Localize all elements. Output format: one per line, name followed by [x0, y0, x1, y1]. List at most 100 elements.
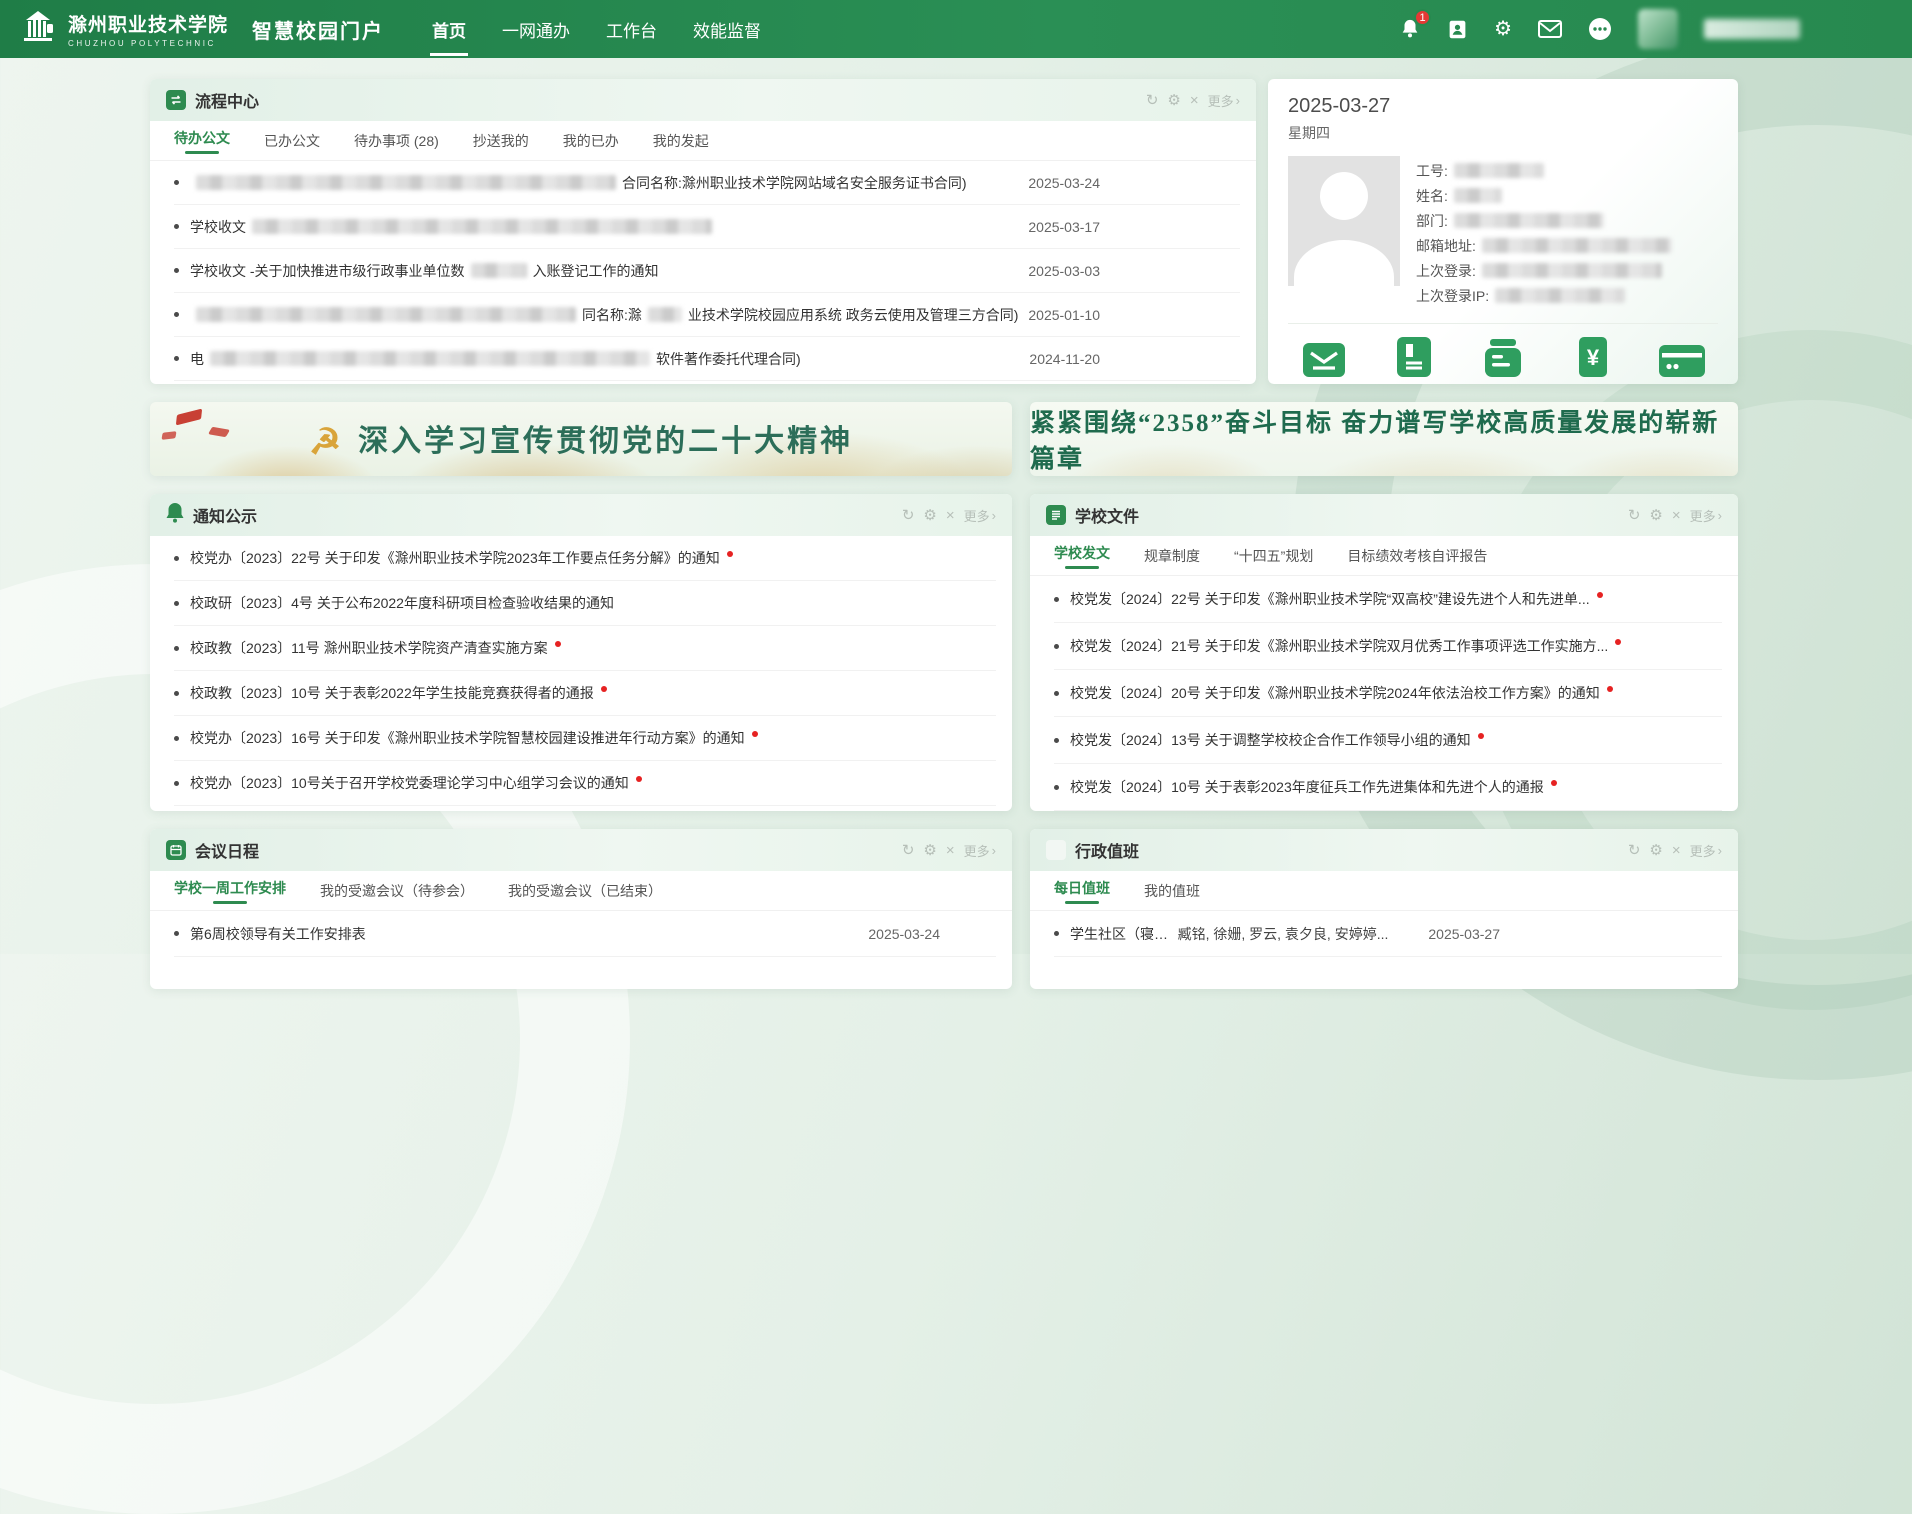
- list-item[interactable]: 校政教〔2023〕10号 关于表彰2022年学生技能竞赛获得者的通报: [174, 671, 996, 716]
- tab-14th-plan[interactable]: “十四五”规划: [1234, 546, 1313, 566]
- field-employee-id: 工号:: [1416, 158, 1678, 183]
- tab-school-issued[interactable]: 学校发文: [1054, 543, 1110, 569]
- tab-regulations[interactable]: 规章制度: [1144, 546, 1200, 566]
- more-link[interactable]: 更多›: [964, 841, 996, 860]
- gear-icon[interactable]: ⚙: [1649, 843, 1662, 858]
- main-nav: 首页 一网通办 工作台 效能监督: [430, 13, 763, 46]
- shortcut-library[interactable]: 图书借阅: [1382, 337, 1446, 384]
- more-link[interactable]: 更多›: [1690, 506, 1722, 525]
- tab-cc-me[interactable]: 抄送我的: [473, 131, 529, 151]
- gear-icon[interactable]: ⚙: [923, 843, 936, 858]
- tab-invited-finished[interactable]: 我的受邀会议（已结束）: [508, 881, 662, 901]
- more-link[interactable]: 更多›: [964, 506, 996, 525]
- profile-fields: 工号: 姓名: 部门: 邮箱地址: 上次登录: 上次登录IP:: [1416, 156, 1678, 308]
- user-avatar[interactable]: [1638, 9, 1678, 49]
- tab-my-started[interactable]: 我的发起: [653, 131, 709, 151]
- bullet-dot: [174, 736, 179, 741]
- nav-item-workbench[interactable]: 工作台: [604, 13, 659, 46]
- goal-2358-banner[interactable]: 紧紧围绕“2358”奋斗目标 奋力谱写学校高质量发展的崭新篇章: [1030, 402, 1738, 476]
- list-item[interactable]: 校党发〔2024〕20号 关于印发《滁州职业技术学院2024年依法治校工作方案》…: [1054, 670, 1722, 717]
- notification-bell-icon[interactable]: 1: [1399, 18, 1421, 40]
- header-icons: 1 ⚙: [1399, 9, 1912, 49]
- more-link[interactable]: 更多›: [1208, 91, 1240, 110]
- list-item[interactable]: 校党发〔2024〕22号 关于印发《滁州职业技术学院“双高校”建设先进个人和先进…: [1054, 576, 1722, 623]
- refresh-icon[interactable]: ↻: [1628, 508, 1641, 523]
- card-title: 通知公示: [193, 503, 257, 527]
- close-icon[interactable]: ×: [1190, 93, 1199, 108]
- gear-icon[interactable]: ⚙: [1167, 93, 1180, 108]
- tab-performance-report[interactable]: 目标绩效考核自评报告: [1347, 546, 1487, 566]
- list-item[interactable]: 校政研〔2023〕4号 关于公布2022年度科研项目检查验收结果的通知: [174, 581, 996, 626]
- duty-card: 行政值班 ↻ ⚙ × 更多› 每日值班 我的值班 学生社区（寝室）值班 臧铭, …: [1030, 829, 1738, 989]
- list-item[interactable]: 学校收文 -关于加快推进市级行政事业单位数 入账登记工作的通知 2025-03-…: [174, 249, 1240, 293]
- unread-dot: [1607, 686, 1613, 692]
- banner-row: ☭深入学习宣传贯彻党的二十大精神 紧紧围绕“2358”奋斗目标 奋力谱写学校高质…: [150, 402, 1740, 476]
- school-name: 滁州职业技术学院: [68, 10, 228, 37]
- nav-item-efficiency[interactable]: 效能监督: [691, 13, 763, 46]
- field-label: 上次登录:: [1416, 261, 1476, 281]
- bullet-dot: [174, 646, 179, 651]
- salary-icon: ¥: [1577, 337, 1609, 377]
- close-icon[interactable]: ×: [946, 508, 955, 523]
- school-name-en: CHUZHOU POLYTECHNIC: [68, 39, 228, 48]
- list-item[interactable]: 电 软件著作委托代理合同) 2024-11-20: [174, 337, 1240, 381]
- quick-shortcuts: 我的邮件 图书借阅 我的课程 ¥ 我的工资 一卡通: [1288, 323, 1718, 384]
- gear-icon[interactable]: ⚙: [923, 508, 936, 523]
- duty-icon: [1046, 840, 1066, 860]
- tab-todo-docs[interactable]: 待办公文: [174, 128, 230, 154]
- item-text: 校政教〔2023〕11号 滁州职业技术学院资产清查实施方案: [190, 638, 548, 658]
- list-item[interactable]: 学校收文 2025-03-17: [174, 205, 1240, 249]
- tab-done-docs[interactable]: 已办公文: [264, 131, 320, 151]
- mail-icon[interactable]: [1538, 20, 1562, 38]
- tab-daily-duty[interactable]: 每日值班: [1054, 878, 1110, 904]
- list-item[interactable]: 学生社区（寝室）值班 臧铭, 徐姗, 罗云, 袁夕良, 安婷婷... 2025-…: [1054, 911, 1722, 957]
- shortcut-my-mail[interactable]: 我的邮件: [1292, 337, 1356, 384]
- red-flag-decoration: [208, 427, 230, 437]
- tab-my-duty[interactable]: 我的值班: [1144, 881, 1200, 901]
- tab-todo-items[interactable]: 待办事项 (28): [354, 131, 439, 151]
- process-center-icon: [166, 90, 186, 110]
- item-text: 电: [190, 349, 204, 369]
- list-item[interactable]: 第6周校领导有关工作安排表 2025-03-24: [174, 911, 996, 957]
- nav-item-one-stop[interactable]: 一网通办: [500, 13, 572, 46]
- list-item[interactable]: 同名称:滁 业技术学院校园应用系统 政务云使用及管理三方合同) 2025-01-…: [174, 293, 1240, 337]
- close-icon[interactable]: ×: [1672, 843, 1681, 858]
- gear-icon[interactable]: ⚙: [1649, 508, 1662, 523]
- tab-my-done[interactable]: 我的已办: [563, 131, 619, 151]
- list-item[interactable]: 校党发〔2024〕10号 关于表彰2023年度征兵工作先进集体和先进个人的通报: [1054, 764, 1722, 811]
- contacts-icon[interactable]: [1447, 19, 1468, 40]
- list-item[interactable]: 校党办〔2023〕10号关于召开学校党委理论学习中心组学习会议的通知: [174, 761, 996, 806]
- close-icon[interactable]: ×: [1672, 508, 1681, 523]
- school-name-block: 滁州职业技术学院 CHUZHOU POLYTECHNIC: [68, 10, 228, 48]
- tab-weekly-schedule[interactable]: 学校一周工作安排: [174, 878, 286, 904]
- redacted-value: [1482, 263, 1662, 278]
- shortcut-campus-card[interactable]: 一卡通: [1650, 337, 1714, 384]
- field-label: 上次登录IP:: [1416, 286, 1489, 306]
- party-spirit-banner[interactable]: ☭深入学习宣传贯彻党的二十大精神: [150, 402, 1012, 476]
- close-icon[interactable]: ×: [946, 843, 955, 858]
- list-item[interactable]: 校政教〔2023〕11号 滁州职业技术学院资产清查实施方案: [174, 626, 996, 671]
- settings-gear-icon[interactable]: ⚙: [1494, 19, 1512, 39]
- list-item[interactable]: 校党办〔2023〕16号 关于印发《滁州职业技术学院智慧校园建设推进年行动方案》…: [174, 716, 996, 761]
- bullet-dot: [174, 268, 179, 273]
- list-item[interactable]: 校党发〔2024〕21号 关于印发《滁州职业技术学院双月优秀工作事项评选工作实施…: [1054, 623, 1722, 670]
- chevron-right-icon: ›: [1718, 508, 1722, 523]
- more-link[interactable]: 更多›: [1690, 841, 1722, 860]
- refresh-icon[interactable]: ↻: [1628, 843, 1641, 858]
- more-ellipsis-icon[interactable]: [1588, 17, 1612, 41]
- list-item[interactable]: 合同名称:滁州职业技术学院网站域名安全服务证书合同) 2025-03-24: [174, 161, 1240, 205]
- nav-item-home[interactable]: 首页: [430, 13, 468, 46]
- refresh-icon[interactable]: ↻: [1146, 93, 1159, 108]
- item-text: 入账登记工作的通知: [533, 261, 659, 281]
- unread-dot: [752, 731, 758, 737]
- list-item[interactable]: 校党发〔2024〕13号 关于调整学校校企合作工作领导小组的通知: [1054, 717, 1722, 764]
- tab-invited-upcoming[interactable]: 我的受邀会议（待参会）: [320, 881, 474, 901]
- list-item[interactable]: 校党办〔2023〕22号 关于印发《滁州职业技术学院2023年工作要点任务分解》…: [174, 536, 996, 581]
- shortcut-my-courses[interactable]: 我的课程: [1471, 337, 1535, 384]
- bullet-dot: [174, 312, 179, 317]
- user-name-redacted[interactable]: [1704, 19, 1800, 39]
- redacted-text: [196, 175, 616, 190]
- shortcut-my-salary[interactable]: ¥ 我的工资: [1561, 337, 1625, 384]
- refresh-icon[interactable]: ↻: [902, 843, 915, 858]
- refresh-icon[interactable]: ↻: [902, 508, 915, 523]
